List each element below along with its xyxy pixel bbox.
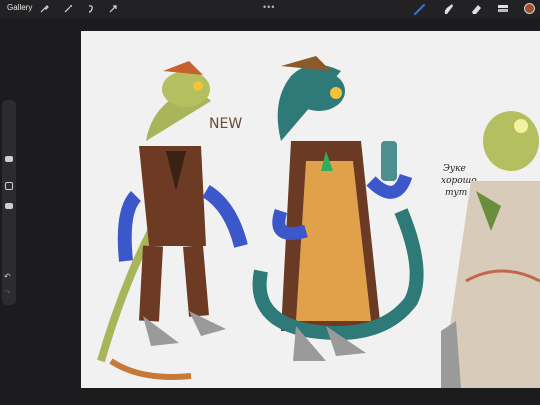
brush-size-slider[interactable] bbox=[5, 156, 13, 162]
left-sidebar: ↶ ↷ bbox=[2, 100, 16, 305]
gallery-button[interactable]: Gallery bbox=[7, 3, 32, 12]
top-toolbar: Gallery ••• bbox=[0, 0, 540, 18]
opacity-slider[interactable] bbox=[5, 203, 13, 209]
character-sketch-left bbox=[97, 61, 248, 380]
layers-icon[interactable] bbox=[495, 1, 511, 17]
smudge-icon[interactable] bbox=[440, 1, 456, 17]
brush-icon[interactable] bbox=[412, 1, 428, 17]
transform-icon[interactable] bbox=[107, 3, 119, 15]
artwork-illustration: NEW Эуке хорошо тут bbox=[97, 56, 540, 388]
selection-icon[interactable] bbox=[85, 3, 97, 15]
undo-button[interactable]: ↶ bbox=[4, 272, 11, 281]
character-sketch-center bbox=[252, 56, 424, 361]
wrench-icon[interactable] bbox=[38, 3, 50, 15]
more-menu-button[interactable]: ••• bbox=[263, 2, 275, 12]
eraser-icon[interactable] bbox=[468, 1, 484, 17]
annotation-new: NEW bbox=[209, 116, 242, 132]
annotation-note-line3: тут bbox=[445, 188, 467, 198]
redo-button[interactable]: ↷ bbox=[4, 288, 11, 297]
modify-button[interactable] bbox=[5, 182, 13, 190]
drawing-canvas[interactable]: NEW Эуке хорошо тут bbox=[81, 31, 540, 388]
annotation-note-line1: Эуке bbox=[443, 164, 466, 174]
magic-wand-icon[interactable] bbox=[62, 3, 74, 15]
color-swatch-button[interactable] bbox=[524, 3, 535, 14]
character-sketch-right bbox=[441, 111, 540, 388]
